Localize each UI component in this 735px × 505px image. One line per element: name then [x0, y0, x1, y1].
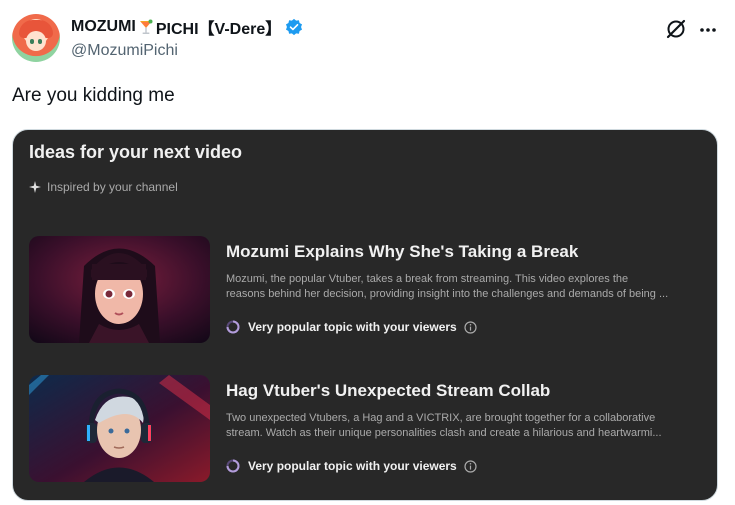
idea-title[interactable]: Hag Vtuber's Unexpected Stream Collab	[226, 381, 550, 401]
cocktail-icon	[139, 19, 153, 34]
popularity-text: Very popular topic with your viewers	[248, 320, 457, 334]
avatar-face	[26, 31, 46, 51]
idea-description-line: stream. Watch as their unique personalit…	[226, 427, 662, 439]
grok-icon[interactable]	[665, 18, 687, 40]
headphones-boy-thumbnail-image	[29, 375, 210, 482]
popularity-badge: Very popular topic with your viewers	[226, 320, 477, 334]
idea-description: Two unexpected Vtubers, a Hag and a VICT…	[226, 411, 710, 441]
popularity-ring-icon	[226, 320, 240, 334]
idea-thumbnail[interactable]	[29, 236, 210, 343]
card-title: Ideas for your next video	[29, 142, 243, 162]
sparkle-icon	[29, 181, 41, 193]
info-icon[interactable]	[464, 320, 477, 334]
idea-thumbnail[interactable]	[29, 375, 210, 482]
more-options-icon[interactable]	[698, 20, 718, 40]
tweet-text: Are you kidding me	[12, 85, 175, 106]
subtitle-text: Inspired by your channel	[47, 180, 178, 194]
verified-badge-icon[interactable]	[285, 18, 303, 36]
avatar[interactable]	[12, 14, 60, 62]
idea-item[interactable]: Hag Vtuber's Unexpected Stream Collab Tw…	[29, 375, 709, 483]
avatar-eye-right	[38, 39, 42, 44]
display-name-row[interactable]: MOZUMI PICHI【V-Dere】	[71, 16, 303, 38]
avatar-eye-left	[30, 39, 34, 44]
popularity-text: Very popular topic with your viewers	[248, 459, 457, 473]
card-subtitle: Inspired by your channel	[29, 180, 178, 194]
popularity-ring-icon	[226, 459, 240, 473]
display-name-part2: PICHI【V-Dere】	[155, 21, 282, 38]
info-icon[interactable]	[464, 459, 477, 473]
idea-item[interactable]: Mozumi Explains Why She's Taking a Break…	[29, 236, 709, 344]
idea-description-line: Two unexpected Vtubers, a Hag and a VICT…	[226, 412, 656, 424]
popularity-badge: Very popular topic with your viewers	[226, 459, 477, 473]
user-handle[interactable]: @MozumiPichi	[71, 42, 178, 60]
tweet-header: MOZUMI PICHI【V-Dere】 @MozumiPichi	[12, 12, 723, 68]
idea-description: Mozumi, the popular Vtuber, takes a brea…	[226, 272, 710, 302]
idea-description-line: Mozumi, the popular Vtuber, takes a brea…	[226, 273, 629, 285]
idea-description-line: reasons behind her decision, providing i…	[226, 288, 669, 300]
display-name-part1: MOZUMI	[71, 18, 136, 35]
anime-girl-thumbnail-image	[29, 236, 210, 343]
video-ideas-card[interactable]: Ideas for your next video Inspired by yo…	[12, 129, 718, 501]
idea-title[interactable]: Mozumi Explains Why She's Taking a Break	[226, 242, 578, 262]
